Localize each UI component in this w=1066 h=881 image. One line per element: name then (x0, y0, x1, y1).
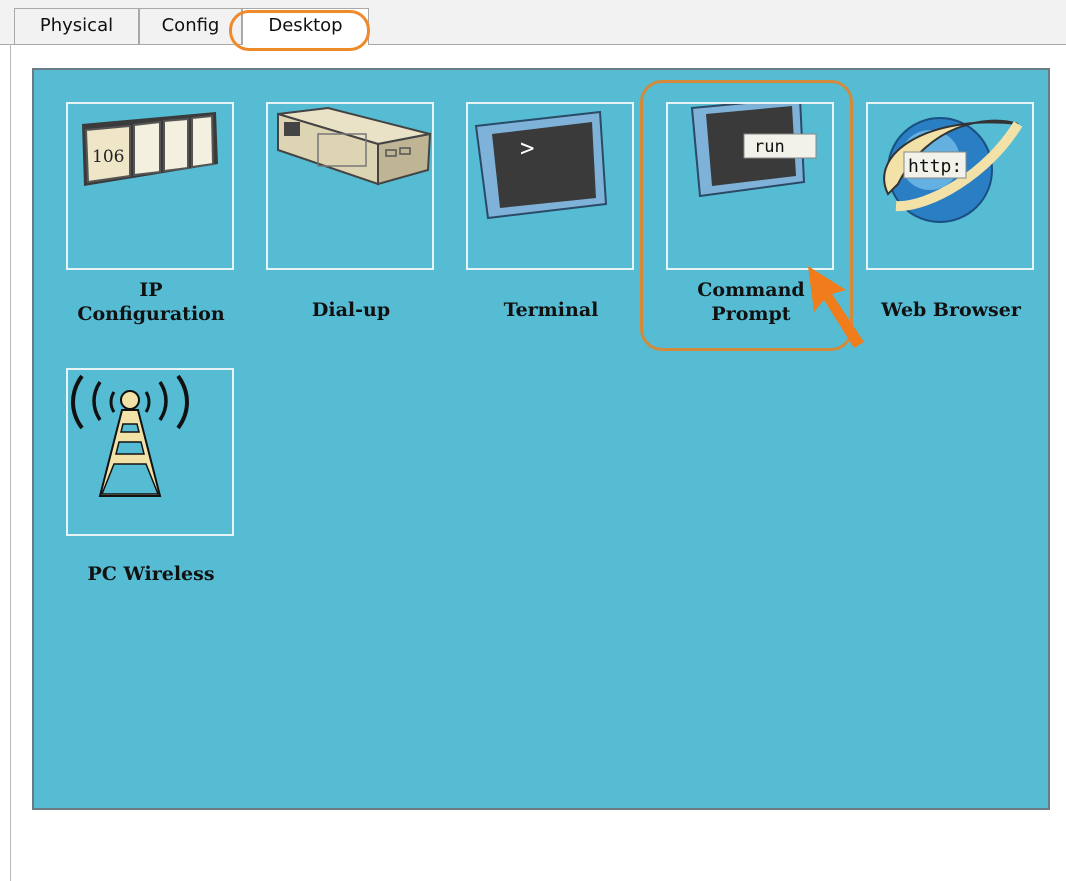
ip-icon-text: 106 (92, 147, 124, 167)
dialup-modem-icon (277, 106, 432, 186)
terminal-icon-text: > (520, 134, 534, 162)
terminal-monitor-icon: > (474, 110, 608, 220)
wireless-tower-icon (71, 374, 189, 497)
web-browser-tile[interactable]: http: (866, 102, 1034, 270)
app-pc-wireless[interactable]: PC Wireless (66, 368, 236, 586)
command-prompt-tile[interactable]: run (666, 102, 834, 270)
app-dial-up[interactable]: Dial-up (266, 102, 436, 322)
app-terminal[interactable]: > Terminal (466, 102, 636, 322)
app-label: IP Configuration (77, 279, 225, 325)
pointer-arrow-icon (808, 266, 864, 348)
pane-border (10, 44, 11, 881)
run-icon-text: run (754, 137, 785, 157)
desktop-area: 106 IP Configuration Dial-up > Terminal … (32, 68, 1050, 810)
app-ip-configuration[interactable]: 106 IP Configuration (66, 102, 236, 326)
web-browser-icon: http: (883, 117, 1023, 223)
app-label: PC Wireless (87, 563, 215, 585)
tab-physical[interactable]: Physical (14, 8, 139, 44)
ip-configuration-icon: 106 (82, 112, 218, 186)
http-icon-text: http: (908, 156, 962, 177)
terminal-tile[interactable]: > (466, 102, 634, 270)
app-label: Web Browser (881, 299, 1021, 321)
command-prompt-icon: run (690, 104, 817, 198)
app-web-browser[interactable]: http: Web Browser (866, 102, 1036, 322)
pc-wireless-tile[interactable] (66, 368, 234, 536)
tab-desktop[interactable]: Desktop (242, 8, 369, 45)
app-label: Terminal (503, 299, 599, 321)
dial-up-tile[interactable] (266, 102, 434, 270)
tab-bar: Physical Config Desktop (0, 0, 1066, 45)
app-label: Dial-up (311, 299, 391, 321)
ip-configuration-tile[interactable]: 106 (66, 102, 234, 270)
tab-config[interactable]: Config (139, 8, 242, 44)
